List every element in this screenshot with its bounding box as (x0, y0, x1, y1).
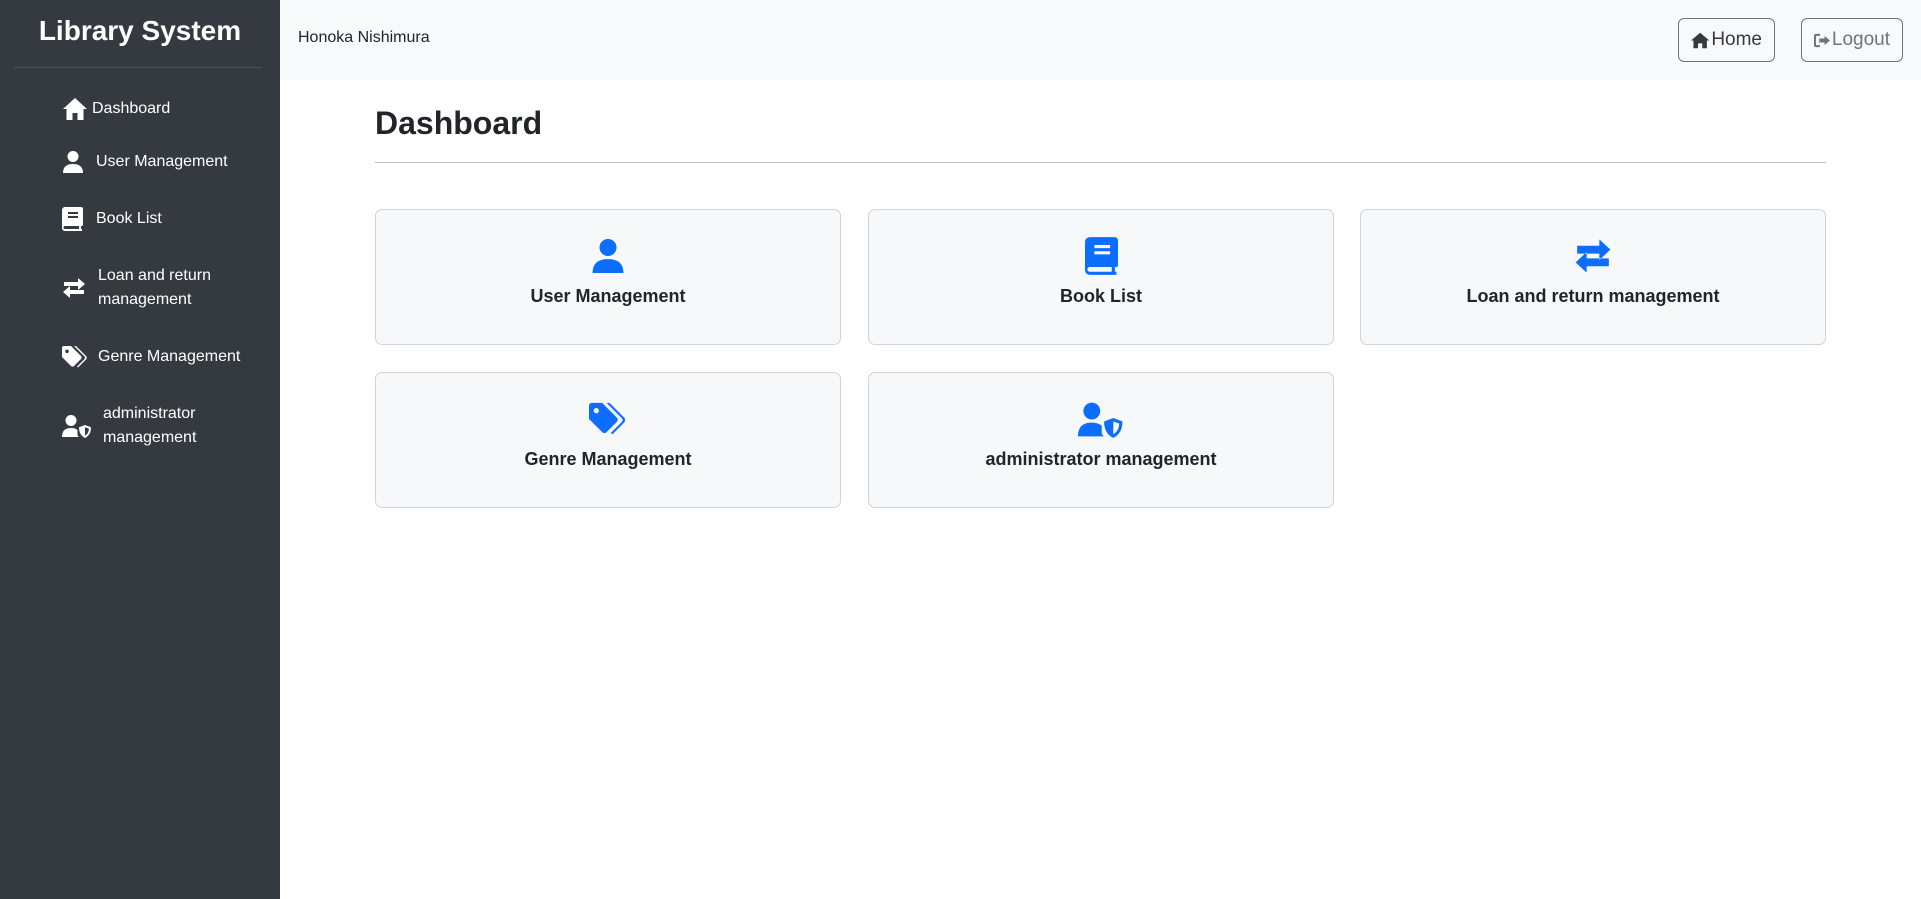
card-administrator-management[interactable]: administrator management (868, 372, 1334, 508)
card-label: Loan and return management (1466, 286, 1720, 306)
logout-icon (1814, 33, 1830, 47)
arrows-exchange-icon (1574, 236, 1612, 276)
sidebar-nav: Dashboard User Management Book List Loan… (0, 85, 280, 467)
user-name: Honoka Nishimura (298, 29, 430, 46)
arrows-exchange-icon (62, 276, 96, 300)
house-icon (1691, 32, 1710, 48)
sidebar-item-administrator-management[interactable]: administrator management (0, 385, 280, 467)
sidebar-item-genre-management[interactable]: Genre Management (0, 329, 280, 385)
book-icon (62, 207, 94, 231)
tags-icon (589, 399, 627, 439)
top-bar: Honoka Nishimura Home Logout (280, 0, 1921, 80)
card-label: Book List (1059, 286, 1142, 306)
card-book-list[interactable]: Book List (868, 209, 1334, 345)
logout-button[interactable]: Logout (1801, 18, 1903, 62)
card-label: Genre Management (524, 449, 692, 469)
card-user-management[interactable]: User Management (375, 209, 841, 345)
sidebar-item-user-management[interactable]: User Management (0, 133, 280, 191)
sidebar-item-label: Book List (96, 210, 162, 227)
sidebar-item-dashboard[interactable]: Dashboard (0, 85, 280, 133)
sidebar-item-label: Loan and return management (98, 267, 211, 308)
sidebar-item-label: Dashboard (92, 100, 171, 117)
card-label: administrator management (985, 449, 1217, 469)
user-shield-icon (62, 414, 101, 438)
home-button[interactable]: Home (1678, 18, 1775, 62)
person-icon (62, 150, 94, 174)
sidebar: Library System Dashboard User Management… (0, 0, 280, 899)
tags-icon (62, 346, 96, 368)
sidebar-item-label: Genre Management (98, 348, 241, 365)
card-label: User Management (530, 286, 686, 306)
person-icon (591, 236, 625, 276)
brand-title: Library System (38, 15, 242, 46)
user-shield-icon (1078, 399, 1124, 439)
house-icon (62, 97, 90, 121)
brand-divider (14, 67, 262, 68)
card-loan-return[interactable]: Loan and return management (1360, 209, 1826, 345)
sidebar-item-label: User Management (96, 153, 228, 170)
home-button-label: Home (1711, 29, 1762, 50)
page-title: Dashboard (375, 105, 543, 141)
title-divider (375, 162, 1826, 163)
sidebar-item-label: administrator management (103, 405, 197, 446)
card-genre-management[interactable]: Genre Management (375, 372, 841, 508)
sidebar-item-loan-return[interactable]: Loan and return management (0, 247, 280, 329)
sidebar-item-book-list[interactable]: Book List (0, 191, 280, 247)
logout-button-label: Logout (1831, 29, 1890, 50)
book-icon (1084, 236, 1118, 276)
